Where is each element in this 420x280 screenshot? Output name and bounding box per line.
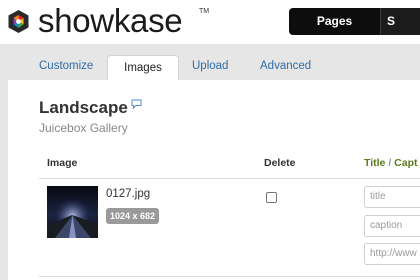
trademark-mark: TM [199, 8, 210, 15]
link-url-field[interactable]: http://www [364, 243, 420, 265]
showkase-logo-icon[interactable] [6, 9, 31, 34]
tab-advanced[interactable]: Advanced [260, 60, 311, 72]
column-header-slash: / [385, 157, 395, 169]
column-header-title: Title [364, 157, 386, 169]
column-header-caption: Capt [394, 157, 418, 169]
left-gutter [0, 80, 8, 280]
image-thumbnail[interactable] [47, 186, 98, 238]
topnav-pages-button[interactable]: Pages [289, 8, 380, 35]
top-navigation: Pages S [289, 8, 420, 35]
tab-bar: Customize Images Upload Advanced [0, 44, 420, 81]
row-divider [39, 178, 420, 179]
tab-upload[interactable]: Upload [192, 60, 228, 72]
app-header: showkase TM Pages S [0, 0, 420, 44]
title-field[interactable]: title [364, 186, 420, 208]
tab-images[interactable]: Images [107, 55, 179, 81]
row-divider-bottom [39, 276, 420, 277]
tab-customize[interactable]: Customize [39, 60, 93, 72]
delete-checkbox[interactable] [266, 192, 277, 203]
column-header-title-caption: Title / Capt [364, 157, 418, 169]
topnav-next-button[interactable]: S [381, 8, 420, 35]
image-dimensions-badge: 1024 x 682 [106, 208, 160, 224]
page-title: Landscape [39, 98, 128, 117]
speech-bubble-icon[interactable] [131, 99, 142, 109]
page-subtitle: Juicebox Gallery [39, 121, 128, 135]
brand-name[interactable]: showkase [38, 1, 183, 41]
column-header-delete: Delete [264, 157, 296, 169]
caption-field[interactable]: caption [364, 215, 420, 237]
column-header-image: Image [47, 157, 78, 169]
image-filename: 0127.jpg [106, 188, 151, 200]
